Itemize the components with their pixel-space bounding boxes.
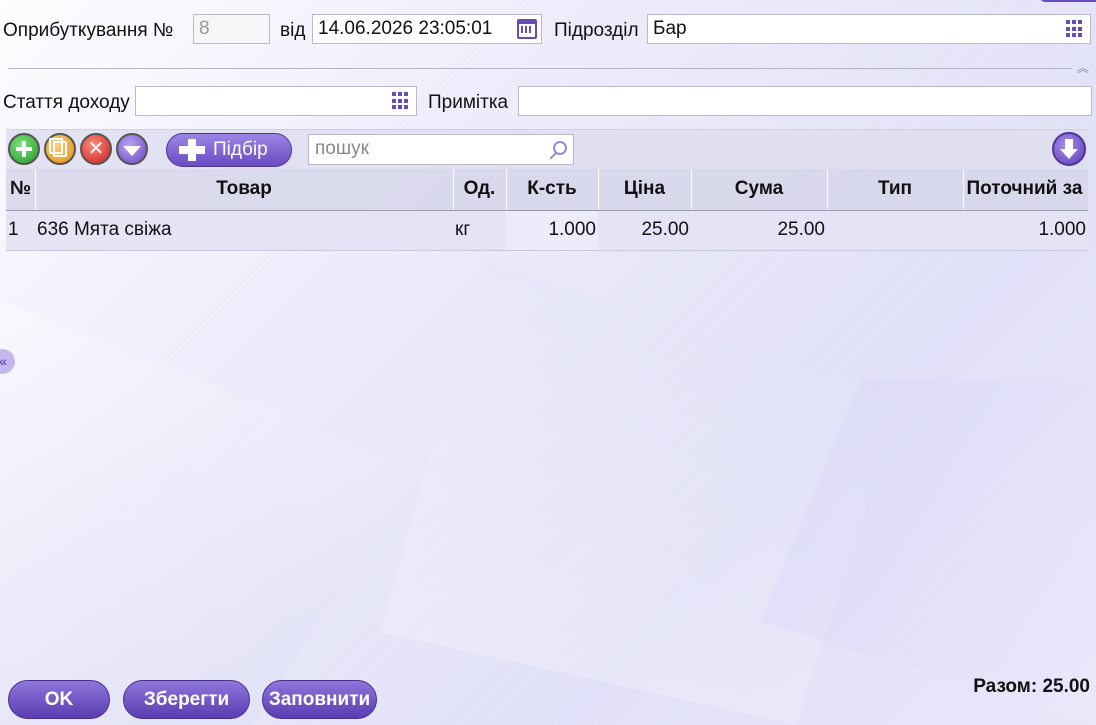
- filter-icon: [123, 146, 141, 156]
- collapse-up-icon[interactable]: ︽: [1077, 59, 1089, 76]
- search-icon[interactable]: [553, 141, 567, 155]
- cell-price[interactable]: 25.00: [598, 210, 691, 251]
- income-article-label: Стаття доходу: [3, 92, 130, 113]
- add-row-button[interactable]: [8, 133, 40, 165]
- col-header-type[interactable]: Тип: [827, 169, 964, 211]
- cell-type: [827, 210, 963, 251]
- table-toolbar: ✕ Підбір пошук: [6, 129, 1088, 169]
- close-icon: ✕: [87, 138, 105, 160]
- date-value: 14.06.2026 23:05:01: [318, 18, 493, 39]
- cell-product: 636 Мята свіжа: [35, 210, 453, 251]
- search-input[interactable]: пошук: [308, 134, 574, 165]
- plus-icon: [16, 141, 32, 157]
- ok-button[interactable]: OK: [8, 680, 110, 719]
- save-button[interactable]: Зберегти: [123, 680, 250, 719]
- cell-sum: 25.00: [691, 210, 827, 251]
- plus-icon: [179, 139, 205, 161]
- pick-button[interactable]: Підбір: [166, 133, 292, 167]
- pick-label: Підбір: [213, 139, 268, 160]
- col-header-qty[interactable]: К-сть: [506, 169, 599, 211]
- income-article-field[interactable]: [135, 86, 417, 116]
- receipt-label: Оприбуткування №: [3, 20, 174, 41]
- cell-num: 1: [6, 210, 35, 251]
- division-field[interactable]: Бар: [647, 14, 1091, 44]
- section-divider: [8, 68, 1072, 69]
- col-header-num[interactable]: №: [6, 169, 36, 211]
- table-row[interactable]: 1 636 Мята свіжа кг 1.000 25.00 25.00 1.…: [6, 210, 1088, 251]
- export-down-button[interactable]: [1052, 132, 1086, 166]
- col-header-sum[interactable]: Сума: [691, 169, 828, 211]
- select-grid-icon[interactable]: [392, 92, 410, 110]
- select-grid-icon[interactable]: [1066, 20, 1084, 38]
- fill-button[interactable]: Заповнити: [262, 680, 377, 719]
- col-header-price[interactable]: Ціна: [598, 169, 692, 211]
- date-field[interactable]: 14.06.2026 23:05:01: [312, 14, 542, 44]
- filter-button[interactable]: [116, 133, 148, 165]
- top-corner-tab: [1040, 0, 1096, 2]
- table-header-row: № Товар Од. К-сть Ціна Сума Тип Поточний…: [6, 169, 1088, 211]
- items-table: № Товар Од. К-сть Ціна Сума Тип Поточний…: [6, 169, 1088, 251]
- col-header-current[interactable]: Поточний за: [963, 169, 1088, 211]
- note-label: Примітка: [428, 92, 509, 113]
- division-label: Підрозділ: [554, 20, 639, 41]
- col-header-unit[interactable]: Од.: [453, 169, 507, 211]
- copy-icon: [49, 138, 67, 157]
- col-header-product[interactable]: Товар: [35, 169, 454, 211]
- cell-current: 1.000: [963, 210, 1088, 251]
- search-placeholder: пошук: [315, 138, 369, 159]
- note-field[interactable]: [518, 86, 1092, 116]
- receipt-number-field[interactable]: 8: [193, 14, 270, 44]
- delete-row-button[interactable]: ✕: [80, 133, 112, 165]
- division-value: Бар: [653, 18, 687, 39]
- cell-qty[interactable]: 1.000: [506, 210, 598, 251]
- from-label: від: [280, 20, 306, 41]
- copy-row-button[interactable]: [44, 133, 76, 165]
- calendar-icon[interactable]: [517, 19, 537, 39]
- cell-unit: кг: [453, 210, 506, 251]
- total-label: Разом: 25.00: [973, 676, 1090, 697]
